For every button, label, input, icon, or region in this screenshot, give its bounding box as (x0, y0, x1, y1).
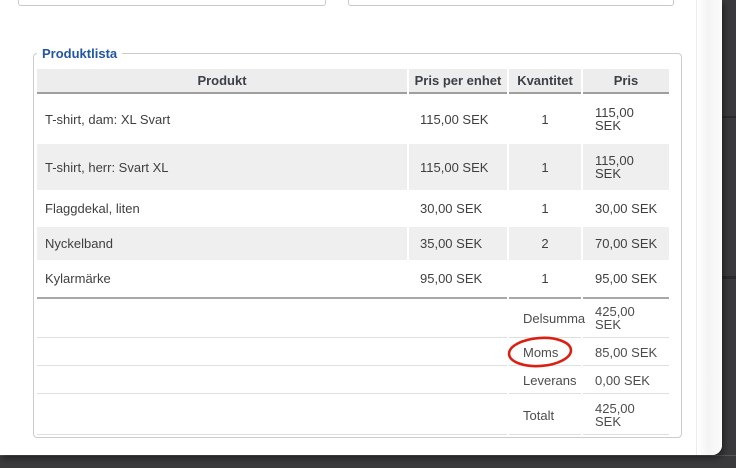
cell-unit: 30,00 SEK (409, 192, 507, 225)
cell-product: Flaggdekal, liten (37, 192, 407, 225)
table-row: Nyckelband35,00 SEK270,00 SEK (37, 227, 669, 260)
product-list-fieldset: Produktlista Produkt Pris per enhet Kvan… (33, 46, 682, 438)
summary-value: 85,00 SEK (583, 340, 669, 366)
product-list-legend: Produktlista (37, 46, 122, 61)
cell-qty: 1 (509, 96, 581, 142)
scrollbar-track[interactable] (696, 0, 722, 455)
cell-product: Kylarmärke (37, 262, 407, 295)
cell-qty: 1 (509, 262, 581, 295)
summary-row: Totalt 425,00 SEK (37, 396, 669, 435)
content-panel: Produktlista Produkt Pris per enhet Kvan… (0, 0, 722, 455)
cell-unit: 115,00 SEK (409, 144, 507, 190)
summary-value: 425,00 SEK (583, 396, 669, 435)
summary-row: Moms 85,00 SEK (37, 340, 669, 366)
cell-qty: 1 (509, 192, 581, 225)
cell-qty: 2 (509, 227, 581, 260)
cell-qty: 1 (509, 144, 581, 190)
cell-product: T-shirt, dam: XL Svart (37, 96, 407, 142)
cell-price: 115,00 SEK (583, 96, 669, 142)
summary-label: Leverans (509, 368, 581, 394)
column-header-product: Produkt (37, 69, 407, 94)
table-row: T-shirt, dam: XL Svart115,00 SEK1115,00 … (37, 96, 669, 142)
column-header-price: Pris (583, 69, 669, 94)
table-header-row: Produkt Pris per enhet Kvantitet Pris (37, 69, 669, 94)
table-row: T-shirt, herr: Svart XL115,00 SEK1115,00… (37, 144, 669, 190)
summary-label: Totalt (509, 396, 581, 435)
product-table: Produkt Pris per enhet Kvantitet Pris T-… (35, 67, 671, 437)
column-header-unit-price: Pris per enhet (409, 69, 507, 94)
cell-price: 95,00 SEK (583, 262, 669, 295)
cell-price: 115,00 SEK (583, 144, 669, 190)
summary-row: Delsumma425,00 SEK (37, 297, 669, 338)
summary-value: 425,00 SEK (583, 297, 669, 338)
truncated-fieldset-left (18, 0, 326, 6)
backdrop-edge-highlight (0, 455, 736, 456)
summary-row: Leverans 0,00 SEK (37, 368, 669, 394)
column-header-quantity: Kvantitet (509, 69, 581, 94)
cell-price: 70,00 SEK (583, 227, 669, 260)
cell-product: Nyckelband (37, 227, 407, 260)
cell-unit: 95,00 SEK (409, 262, 507, 295)
summary-empty-cell (37, 396, 507, 435)
backdrop-divider (722, 116, 736, 118)
summary-value: 0,00 SEK (583, 368, 669, 394)
summary-empty-cell (37, 340, 507, 366)
cell-unit: 115,00 SEK (409, 96, 507, 142)
red-ellipse-annotation (507, 336, 573, 368)
summary-label-text: Moms (523, 346, 558, 359)
cell-product: T-shirt, herr: Svart XL (37, 144, 407, 190)
backdrop-divider (722, 276, 736, 279)
cell-price: 30,00 SEK (583, 192, 669, 225)
summary-label-text: Totalt (523, 408, 554, 423)
summary-label-text: Leverans (523, 373, 576, 388)
table-row: Kylarmärke95,00 SEK195,00 SEK (37, 262, 669, 295)
truncated-fieldset-right (348, 0, 674, 6)
summary-empty-cell (37, 368, 507, 394)
summary-label: Moms (509, 340, 581, 366)
summary-empty-cell (37, 297, 507, 338)
cell-unit: 35,00 SEK (409, 227, 507, 260)
summary-label-text: Delsumma (523, 311, 585, 326)
summary-label: Delsumma (509, 297, 581, 338)
table-row: Flaggdekal, liten30,00 SEK130,00 SEK (37, 192, 669, 225)
